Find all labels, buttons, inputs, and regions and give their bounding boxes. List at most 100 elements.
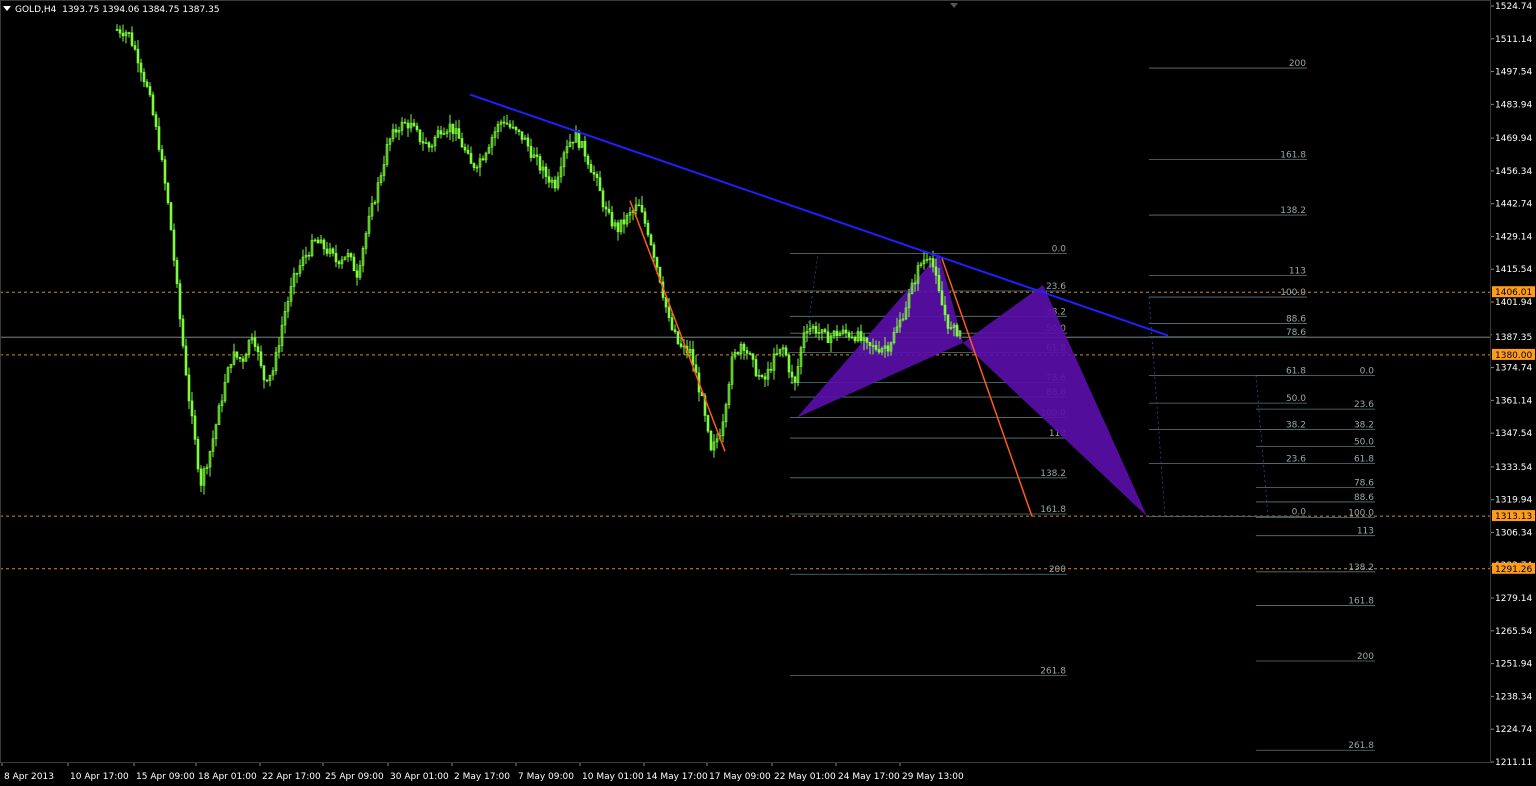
price-tick-label: 1306.34 <box>1495 528 1532 538</box>
fib-label-set-2: 161.8 <box>1280 151 1306 161</box>
candle-body <box>784 347 788 356</box>
candle-body <box>601 190 605 208</box>
candle-body <box>169 202 173 231</box>
candle-body <box>793 376 797 383</box>
candle-body <box>355 270 359 278</box>
candle-body <box>190 400 194 417</box>
candle-body <box>595 173 599 178</box>
chevron-down-icon[interactable] <box>3 6 11 11</box>
price-tick-label: 1211.11 <box>1495 758 1532 768</box>
candle-body <box>511 126 515 129</box>
price-chart[interactable]: 0.0 23.6 38.2 50.0 61.8 78.6 88.6 100.0 113 138.2… <box>0 0 1536 782</box>
candle-body <box>187 374 191 402</box>
orange-leg-1 <box>629 200 726 452</box>
candle-body <box>745 350 749 354</box>
candle-body <box>463 146 467 151</box>
candle-body <box>787 354 791 373</box>
time-tick-label: 2 May 17:00 <box>454 772 510 782</box>
time-tick-label: 30 Apr 01:00 <box>390 772 449 782</box>
fib-label-set-2: 113 <box>1289 266 1306 276</box>
candle-body <box>322 239 326 250</box>
candle-body <box>931 258 935 268</box>
candle-body <box>865 337 869 343</box>
candle-body <box>307 254 311 257</box>
candle-body <box>331 248 335 254</box>
candle-body <box>325 248 329 254</box>
fib-label-set-2: 138.2 <box>1280 206 1306 216</box>
fib-label-set-2: 88.6 <box>1286 315 1306 325</box>
candle-body <box>427 142 431 148</box>
candle-body <box>196 439 200 470</box>
candle-body <box>640 205 644 213</box>
fib-label-set-3: 113 <box>1357 527 1374 537</box>
price-badge-label: 1313.13 <box>1495 512 1532 522</box>
time-tick-label: 18 Apr 01:00 <box>198 772 257 782</box>
candle-body <box>175 260 179 284</box>
time-tick-label: 17 May 09:00 <box>709 772 771 782</box>
candle-body <box>913 282 917 285</box>
candle-body <box>616 222 620 233</box>
price-badge-label: 1406.01 <box>1495 288 1532 298</box>
candle-body <box>181 318 185 347</box>
candle-body <box>652 244 656 258</box>
candle-body <box>457 128 461 139</box>
candle-body <box>517 129 521 132</box>
candle-body <box>118 29 122 34</box>
fib-label-set-1: 23.6 <box>1046 282 1066 292</box>
candle-body <box>163 159 167 184</box>
candle-body <box>835 330 839 337</box>
time-tick-label: 10 May 01:00 <box>582 772 644 782</box>
candle-body <box>604 206 608 210</box>
candle-body <box>136 48 140 64</box>
time-tick-label: 7 May 09:00 <box>518 772 574 782</box>
chart-window[interactable]: 0.0 23.6 38.2 50.0 61.8 78.6 88.6 100.0 113 138.2… <box>0 0 1536 782</box>
price-tick-label: 1374.74 <box>1495 364 1532 374</box>
fib-label-set-2: 200 <box>1289 59 1306 69</box>
price-tick-label: 1415.54 <box>1495 265 1532 275</box>
candle-body <box>349 253 353 258</box>
candle-body <box>256 346 260 352</box>
price-tick-label: 1224.74 <box>1495 725 1532 735</box>
candle-body <box>157 126 161 150</box>
trendlines[interactable] <box>469 93 1169 517</box>
fib-label-set-2: 50.0 <box>1286 394 1306 404</box>
candle-body <box>502 121 506 124</box>
fib-label-set-3: 138.2 <box>1348 563 1374 573</box>
candle-body <box>403 121 407 124</box>
time-axis: 8 Apr 2013 10 Apr 17:00 15 Apr 09:00 18 Apr… <box>0 762 1490 782</box>
fib-label-set-2: 23.6 <box>1286 454 1306 464</box>
candle-body <box>337 261 341 265</box>
candle-body <box>421 141 425 144</box>
candle-body <box>469 153 473 164</box>
candle-body <box>946 314 950 329</box>
candle-body <box>172 229 176 261</box>
candle-body <box>553 179 557 189</box>
candle-body <box>859 331 863 342</box>
candle-body <box>886 345 890 352</box>
candle-body <box>853 337 857 342</box>
fib-label-set-1: 138.2 <box>1040 469 1066 479</box>
fib-label-set-3: 78.6 <box>1354 478 1374 488</box>
fib-label-set-1: 0.0 <box>1052 245 1067 255</box>
candle-body <box>529 145 533 158</box>
price-tick-label: 1429.14 <box>1495 232 1532 242</box>
candle-body <box>748 352 752 355</box>
candle-body <box>151 94 155 116</box>
candle-body <box>610 212 614 227</box>
price-tick-label: 1483.94 <box>1495 100 1532 110</box>
price-tick-label: 1456.34 <box>1495 167 1532 177</box>
time-tick-label: 8 Apr 2013 <box>4 772 54 782</box>
candle-body <box>316 239 320 244</box>
candle-body <box>127 32 131 34</box>
dashed-levels <box>0 291 1490 570</box>
time-tick-label: 29 May 13:00 <box>902 772 964 782</box>
candle-body <box>577 131 581 148</box>
candle-body <box>751 353 755 360</box>
candle-body <box>115 29 119 31</box>
chart-header: GOLD,H4 1393.75 1394.06 1384.75 1387.35 <box>3 4 220 16</box>
price-tick-label: 1319.94 <box>1495 496 1532 506</box>
candle-body <box>472 163 476 168</box>
price-tick-label: 1469.94 <box>1495 134 1532 144</box>
price-tick-label: 1361.14 <box>1495 396 1532 406</box>
candle-body <box>850 336 854 339</box>
